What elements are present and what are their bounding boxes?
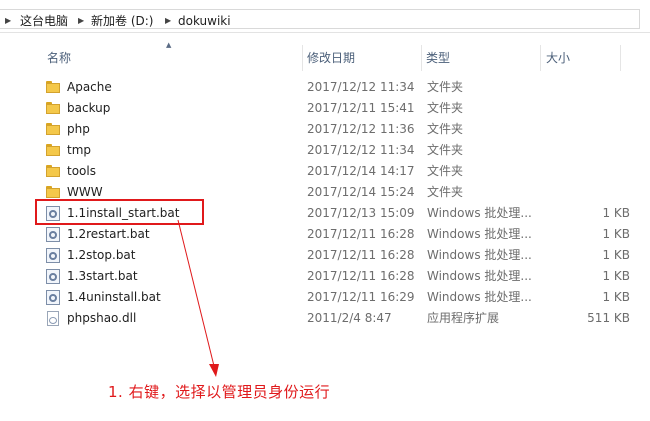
arrow-head (209, 364, 219, 377)
annotation-arrow (177, 219, 219, 377)
arrow-line (177, 219, 215, 367)
annotation-text: 1. 右键，选择以管理员身份运行 (108, 383, 331, 401)
